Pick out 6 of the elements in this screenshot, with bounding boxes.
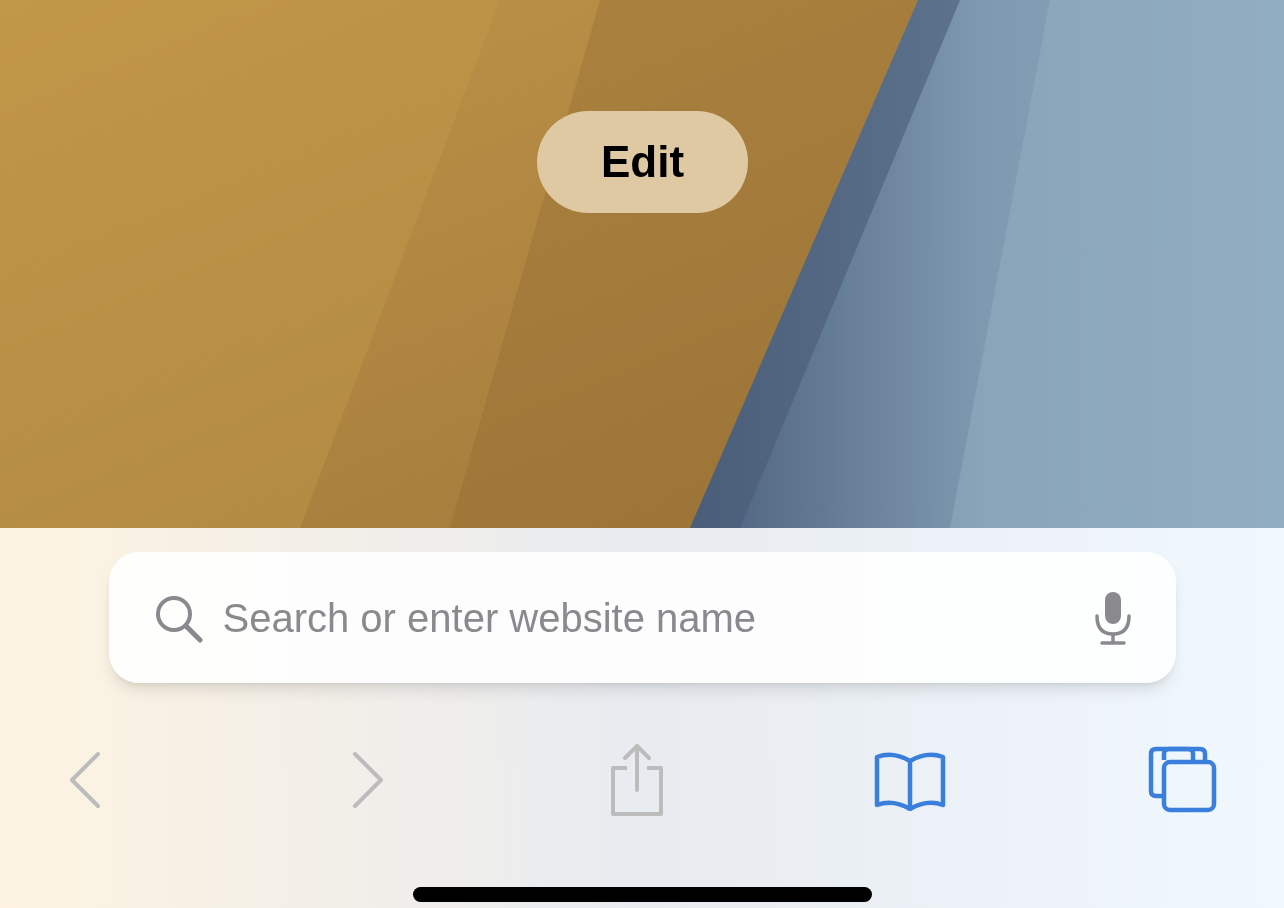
edit-button[interactable]: Edit	[537, 111, 748, 213]
home-indicator[interactable]	[412, 887, 872, 902]
search-bar[interactable]: Search or enter website name	[108, 552, 1176, 683]
tabs-icon[interactable]	[1148, 746, 1218, 814]
microphone-icon[interactable]	[1093, 589, 1132, 646]
search-field[interactable]: Search or enter website name	[222, 587, 1094, 648]
